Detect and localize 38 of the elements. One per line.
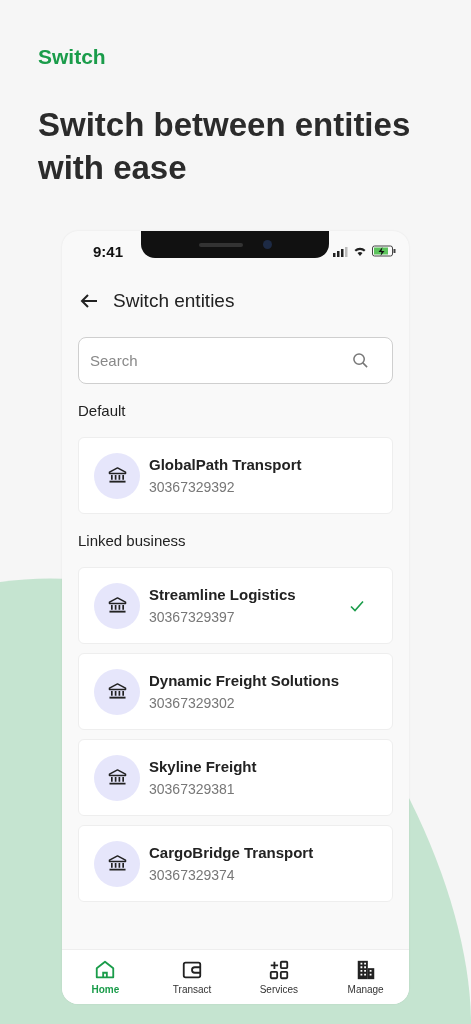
search-field[interactable]: Search <box>78 337 393 384</box>
signal-icon <box>333 245 348 257</box>
entity-number: 30367329397 <box>149 609 236 625</box>
wallet-icon <box>181 959 204 981</box>
entity-card[interactable]: Dynamic Freight Solutions 30367329302 <box>78 653 393 730</box>
entity-number: 30367329374 <box>149 867 236 883</box>
entity-card[interactable]: Streamline Logistics 30367329397 <box>78 567 393 644</box>
section-heading: Default <box>78 402 127 420</box>
bank-icon <box>107 855 127 872</box>
bank-icon <box>107 597 127 614</box>
battery-icon <box>372 245 396 257</box>
entity-name: GlobalPath Transport <box>149 456 303 473</box>
entity-card[interactable]: Skyline Freight 30367329381 <box>78 739 393 816</box>
entity-name: CargoBridge Transport <box>149 844 315 861</box>
status-time: 9:41 <box>93 242 125 260</box>
home-icon <box>94 959 117 981</box>
nav-tab[interactable]: Services <box>235 950 323 1004</box>
entity-number: 30367329302 <box>149 695 236 711</box>
bank-icon <box>107 467 127 484</box>
entity-number: 30367329392 <box>149 479 236 495</box>
nav-tab[interactable]: Home <box>62 950 149 1004</box>
bank-icon <box>107 769 127 786</box>
nav-tab[interactable]: Transact <box>148 950 236 1004</box>
bank-icon <box>107 683 127 700</box>
wifi-icon <box>354 246 366 256</box>
entity-card[interactable]: GlobalPath Transport 30367329392 <box>78 437 393 514</box>
screen-title: Switch entities <box>113 290 235 312</box>
section-heading: Linked business <box>78 532 187 550</box>
eyebrow-text: Switch <box>38 44 107 70</box>
search-icon[interactable] <box>352 352 369 369</box>
entity-card[interactable]: CargoBridge Transport 30367329374 <box>78 825 393 902</box>
entity-name: Streamline Logistics <box>149 586 297 603</box>
nav-tab[interactable]: Manage <box>322 950 409 1004</box>
grid-plus-icon <box>267 959 290 981</box>
headline: Switch between entities with ease <box>38 105 412 188</box>
entity-name: Dynamic Freight Solutions <box>149 672 341 689</box>
entity-number: 30367329381 <box>149 781 236 797</box>
entity-name: Skyline Freight <box>149 758 258 775</box>
